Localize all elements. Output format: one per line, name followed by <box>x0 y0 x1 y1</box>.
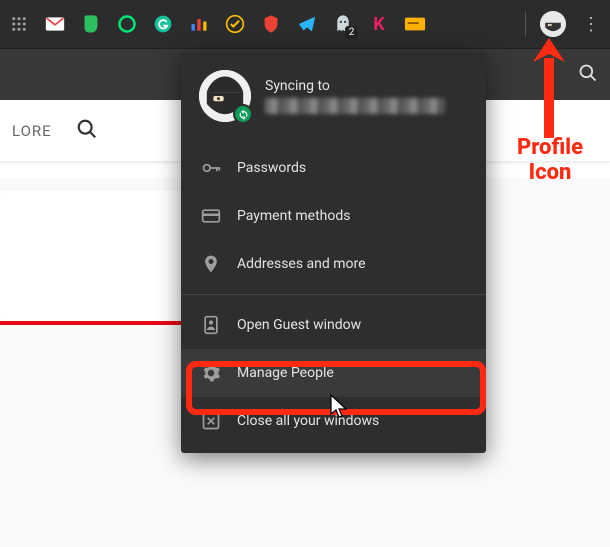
toolbar-separator <box>525 12 526 36</box>
menu-item-label: Open Guest window <box>237 317 361 333</box>
menu-item-label: Payment methods <box>237 208 350 224</box>
menu-item-manage-people[interactable]: Manage People <box>181 349 486 397</box>
paperplane-ext-icon[interactable] <box>296 13 318 35</box>
search-icon[interactable] <box>76 118 98 144</box>
guest-icon <box>201 315 221 335</box>
syncing-label: Syncing to <box>265 78 468 94</box>
shield-ext-icon[interactable] <box>260 13 282 35</box>
menu-item-label: Addresses and more <box>237 256 366 272</box>
browser-toolbar: 2 K ⋮ <box>0 0 610 48</box>
menu-item-addresses[interactable]: Addresses and more <box>181 240 486 288</box>
chart-ext-icon[interactable] <box>188 13 210 35</box>
card-icon <box>201 206 221 226</box>
evernote-icon[interactable] <box>80 13 102 35</box>
account-email-redacted <box>265 98 445 114</box>
menu-item-guest[interactable]: Open Guest window <box>181 301 486 349</box>
card-ext-icon[interactable] <box>404 13 426 35</box>
check-ext-icon[interactable] <box>224 13 246 35</box>
menu-item-label: Close all your windows <box>237 413 379 429</box>
badge-count: 2 <box>345 26 358 39</box>
ghost-ext-icon[interactable]: 2 <box>332 13 354 35</box>
menu-item-close-windows[interactable]: Close all your windows <box>181 397 486 445</box>
menu-item-label: Passwords <box>237 160 306 176</box>
apps-icon[interactable] <box>8 13 30 35</box>
menu-item-payment[interactable]: Payment methods <box>181 192 486 240</box>
menu-item-label: Manage People <box>237 365 334 381</box>
accent-underline <box>0 321 185 325</box>
content-card <box>0 190 185 322</box>
close-box-icon <box>201 411 221 431</box>
avatar <box>199 70 251 122</box>
gmail-icon[interactable] <box>44 13 66 35</box>
menu-item-passwords[interactable]: Passwords <box>181 144 486 192</box>
nav-tab-lore[interactable]: LORE <box>12 122 52 140</box>
menu-separator <box>181 294 486 295</box>
sync-badge-icon <box>233 104 253 124</box>
profile-icon[interactable] <box>540 11 566 37</box>
profile-menu-header: Syncing to <box>181 52 486 144</box>
circle-ext-icon[interactable] <box>116 13 138 35</box>
grammarly-icon[interactable] <box>152 13 174 35</box>
k-ext-icon[interactable]: K <box>368 13 390 35</box>
key-icon <box>201 158 221 178</box>
profile-menu-popup: Syncing to Passwords Payment methods Add… <box>181 52 486 453</box>
search-icon[interactable] <box>578 63 598 87</box>
kebab-menu-icon[interactable]: ⋮ <box>580 13 602 35</box>
pin-icon <box>201 254 221 274</box>
gear-icon <box>201 363 221 383</box>
